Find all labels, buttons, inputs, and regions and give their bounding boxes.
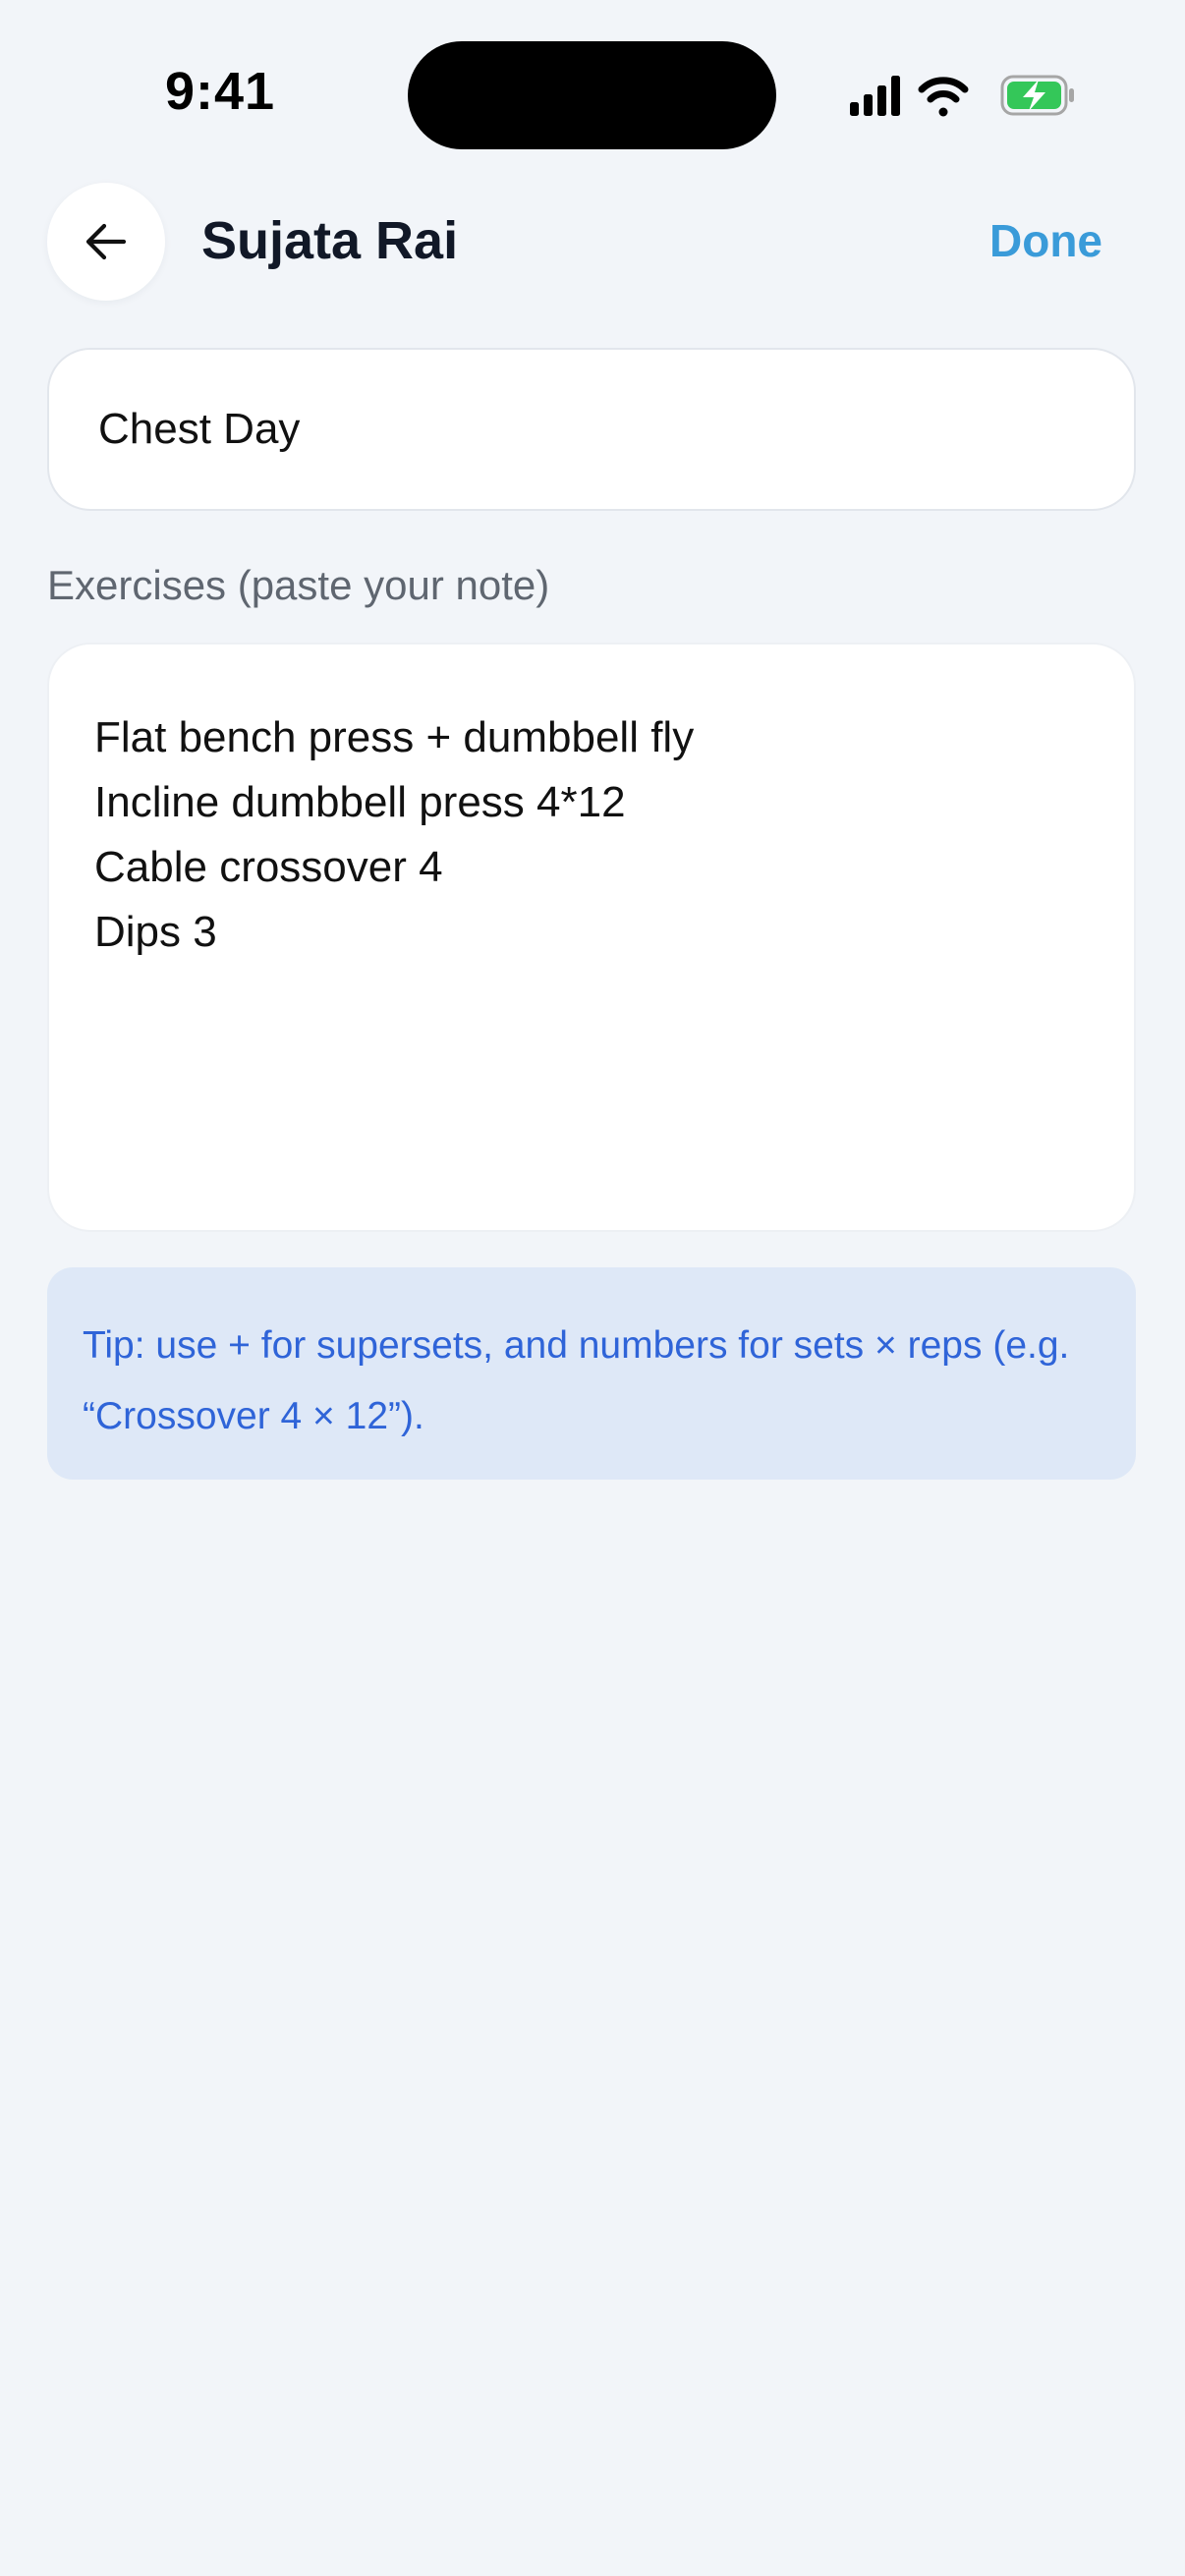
header: Sujata Rai Done bbox=[0, 177, 1185, 305]
status-icons bbox=[850, 75, 1074, 117]
cellular-signal-icon bbox=[850, 76, 900, 116]
status-bar: 9:41 bbox=[0, 0, 1185, 177]
exercise-line: Incline dumbbell press 4*12 bbox=[94, 778, 626, 826]
exercises-label: Exercises (paste your note) bbox=[47, 562, 550, 608]
workout-name-field[interactable]: Chest Day bbox=[47, 348, 1136, 511]
tip-box: Tip: use + for supersets, and numbers fo… bbox=[47, 1267, 1136, 1480]
status-time: 9:41 bbox=[165, 62, 276, 121]
wifi-icon bbox=[918, 77, 969, 117]
dynamic-island bbox=[408, 41, 776, 149]
exercise-line: Cable crossover 4 bbox=[94, 843, 443, 891]
tip-text: Tip: use + for supersets, and numbers fo… bbox=[83, 1324, 1070, 1437]
exercises-textarea[interactable]: Flat bench press + dumbbell fly Incline … bbox=[47, 643, 1136, 1232]
arrow-left-icon bbox=[85, 223, 127, 260]
done-button[interactable]: Done bbox=[989, 214, 1102, 267]
battery-charging-icon bbox=[1000, 75, 1074, 116]
workout-name-value: Chest Day bbox=[98, 405, 301, 453]
page-title: Sujata Rai bbox=[201, 211, 459, 270]
exercise-line: Flat bench press + dumbbell fly bbox=[94, 713, 695, 761]
exercise-line: Dips 3 bbox=[94, 908, 217, 956]
back-button[interactable] bbox=[47, 183, 165, 301]
